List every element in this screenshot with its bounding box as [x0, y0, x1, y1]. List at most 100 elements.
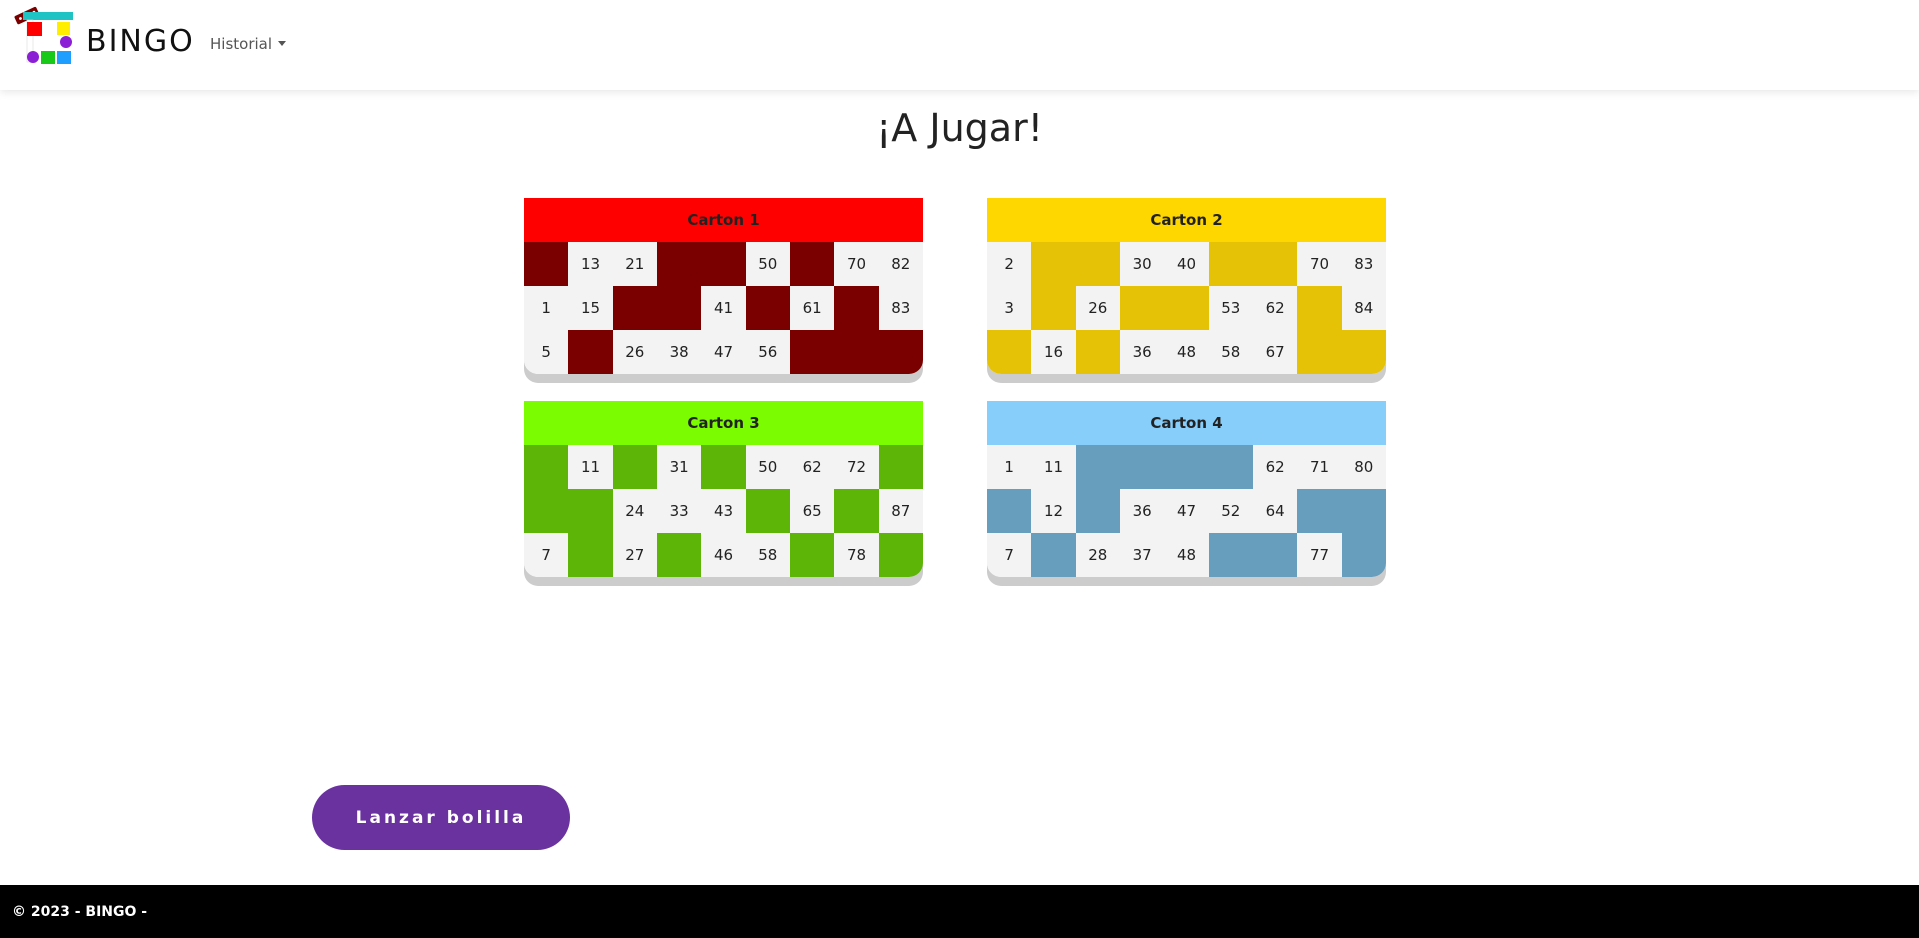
empty-cell — [1031, 242, 1076, 286]
number-cell: 7 — [524, 533, 569, 577]
empty-cell — [1119, 286, 1165, 330]
empty-cell — [1075, 330, 1120, 374]
number-cell: 72 — [834, 445, 879, 489]
number-cell: 38 — [656, 330, 702, 374]
number-cell: 62 — [1252, 445, 1298, 489]
historial-dropdown[interactable]: Historial — [210, 35, 287, 53]
empty-cell — [745, 286, 790, 330]
brand-title[interactable]: BINGO — [86, 24, 195, 59]
number-cell: 12 — [1031, 489, 1076, 533]
number-cell: 80 — [1341, 445, 1386, 489]
number-cell: 53 — [1208, 286, 1253, 330]
empty-cell — [1031, 533, 1076, 577]
carton-header: Carton 3 — [524, 401, 923, 445]
carton-header: Carton 2 — [987, 198, 1386, 242]
historial-label: Historial — [210, 35, 273, 53]
carton-card: Carton 2 2 30 40 70 83 3 26 53 62 84 16 36 48 58 67 — [987, 198, 1386, 374]
empty-cell — [789, 330, 835, 374]
number-cell: 50 — [745, 445, 790, 489]
number-cell: 71 — [1297, 445, 1342, 489]
empty-cell — [701, 242, 746, 286]
number-cell: 28 — [1075, 533, 1120, 577]
number-cell: 58 — [745, 533, 790, 577]
number-cell: 15 — [568, 286, 613, 330]
number-cell: 47 — [1164, 489, 1209, 533]
empty-cell — [656, 242, 702, 286]
empty-cell — [701, 445, 746, 489]
number-cell: 82 — [878, 242, 923, 286]
empty-cell — [524, 242, 569, 286]
number-cell: 13 — [568, 242, 613, 286]
carton-header: Carton 4 — [987, 401, 1386, 445]
empty-cell — [524, 489, 569, 533]
carton-header: Carton 1 — [524, 198, 923, 242]
empty-cell — [1164, 286, 1209, 330]
number-cell: 48 — [1164, 533, 1209, 577]
empty-cell — [1208, 533, 1253, 577]
empty-cell — [568, 330, 613, 374]
number-cell: 30 — [1119, 242, 1165, 286]
number-cell: 47 — [701, 330, 746, 374]
number-cell: 31 — [656, 445, 702, 489]
number-cell: 1 — [987, 445, 1032, 489]
number-cell: 11 — [1031, 445, 1076, 489]
carton-grid: 11 31 50 62 72 24 33 43 65 87 7 27 46 58 78 — [524, 445, 923, 577]
lanzar-bolilla-button[interactable]: Lanzar bolilla — [312, 785, 570, 850]
number-cell: 83 — [1341, 242, 1386, 286]
empty-cell — [987, 489, 1032, 533]
number-cell: 37 — [1119, 533, 1165, 577]
number-cell: 36 — [1119, 489, 1165, 533]
empty-cell — [1252, 242, 1298, 286]
number-cell: 11 — [568, 445, 613, 489]
empty-cell — [987, 330, 1032, 374]
number-cell: 7 — [987, 533, 1032, 577]
number-cell: 36 — [1119, 330, 1165, 374]
empty-cell — [568, 489, 613, 533]
number-cell: 50 — [745, 242, 790, 286]
empty-cell — [1297, 330, 1342, 374]
number-cell: 58 — [1208, 330, 1253, 374]
carton-grid: 2 30 40 70 83 3 26 53 62 84 16 36 48 58 67 — [987, 242, 1386, 374]
number-cell: 21 — [612, 242, 657, 286]
empty-cell — [1208, 445, 1253, 489]
empty-cell — [568, 533, 613, 577]
empty-cell — [612, 445, 657, 489]
number-cell: 26 — [1075, 286, 1120, 330]
number-cell: 70 — [834, 242, 879, 286]
carton-card: Carton 1 13 21 50 70 82 1 15 41 61 83 5 26 38 47 56 — [524, 198, 923, 374]
carton-grid: 13 21 50 70 82 1 15 41 61 83 5 26 38 47 56 — [524, 242, 923, 374]
number-cell: 46 — [701, 533, 746, 577]
number-cell: 16 — [1031, 330, 1076, 374]
bingo-logo[interactable] — [13, 6, 77, 68]
footer: © 2023 - BINGO - — [0, 885, 1919, 938]
number-cell: 40 — [1164, 242, 1209, 286]
empty-cell — [1297, 489, 1342, 533]
number-cell: 26 — [612, 330, 657, 374]
empty-cell — [834, 286, 879, 330]
caret-down-icon — [278, 41, 287, 46]
empty-cell — [1341, 330, 1386, 374]
number-cell: 77 — [1297, 533, 1342, 577]
number-cell: 52 — [1208, 489, 1253, 533]
carton-card: Carton 4 1 11 62 71 80 12 36 47 52 64 7 28 37 48 77 — [987, 401, 1386, 577]
number-cell: 5 — [524, 330, 569, 374]
page-title: ¡A Jugar! — [876, 106, 1043, 150]
empty-cell — [1119, 445, 1165, 489]
number-cell: 43 — [701, 489, 746, 533]
empty-cell — [878, 445, 923, 489]
empty-cell — [1164, 445, 1209, 489]
empty-cell — [878, 533, 923, 577]
number-cell: 27 — [612, 533, 657, 577]
navbar: BINGO Historial — [0, 0, 1919, 90]
footer-copyright: © 2023 - BINGO - — [12, 904, 148, 920]
empty-cell — [1075, 242, 1120, 286]
empty-cell — [834, 489, 879, 533]
empty-cell — [1252, 533, 1298, 577]
number-cell: 83 — [878, 286, 923, 330]
number-cell: 62 — [1252, 286, 1298, 330]
number-cell: 78 — [834, 533, 879, 577]
empty-cell — [1341, 533, 1386, 577]
number-cell: 62 — [789, 445, 835, 489]
empty-cell — [789, 242, 835, 286]
number-cell: 67 — [1252, 330, 1298, 374]
